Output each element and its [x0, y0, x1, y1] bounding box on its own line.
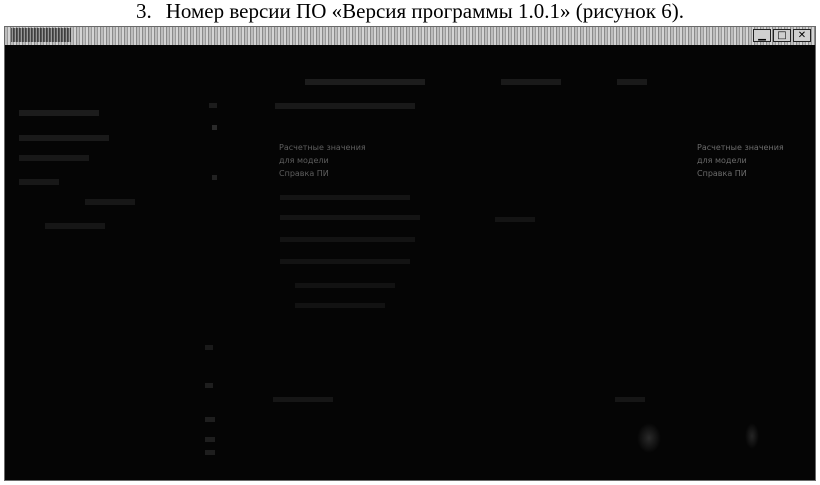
row-index	[205, 437, 215, 442]
table-row[interactable]	[615, 397, 645, 402]
caption-number: 3.	[136, 0, 152, 23]
row-index	[205, 345, 213, 350]
artifact	[745, 423, 759, 449]
table-row[interactable]	[273, 397, 333, 402]
column-line: для модели	[279, 156, 329, 165]
title-bar[interactable]: ▁ □ ✕	[5, 27, 815, 45]
table-row[interactable]	[495, 217, 535, 222]
sidebar-item[interactable]	[19, 110, 99, 116]
close-icon[interactable]: ✕	[793, 29, 811, 42]
column-header	[305, 79, 425, 85]
figure-caption: 3. Номер версии ПО «Версия программы 1.0.…	[0, 0, 820, 22]
column-line: Справка ПИ	[697, 169, 747, 178]
table-row[interactable]	[280, 259, 410, 264]
column-header	[617, 79, 647, 85]
window-controls: ▁ □ ✕	[753, 29, 811, 43]
table-row[interactable]	[280, 215, 420, 220]
sidebar-item[interactable]	[85, 199, 135, 205]
table-row[interactable]	[280, 237, 415, 242]
artifact	[637, 423, 661, 453]
table-row[interactable]	[295, 283, 395, 288]
column-line: Расчетные значения	[279, 143, 366, 152]
caption-text: Номер версии ПО «Версия программы 1.0.1»…	[165, 0, 684, 23]
row-index	[205, 383, 213, 388]
application-window: ▁ □ ✕ Расчетные значения для модели Спра…	[4, 26, 816, 481]
maximize-icon[interactable]: □	[773, 29, 791, 42]
row-header	[275, 103, 415, 109]
column-header	[501, 79, 561, 85]
sidebar-item[interactable]	[45, 223, 105, 229]
table-row[interactable]	[280, 195, 410, 200]
column-line: Справка ПИ	[279, 169, 329, 178]
row-index	[205, 417, 215, 422]
main-content: Расчетные значения для модели Справка ПИ…	[5, 45, 815, 480]
sidebar-item[interactable]	[19, 155, 89, 161]
values-column-left: Расчетные значения для модели Справка ПИ	[279, 141, 366, 180]
values-column-right: Расчетные значения для модели Справка ПИ	[697, 141, 784, 180]
table-row[interactable]	[295, 303, 385, 308]
row-index	[209, 103, 217, 108]
row-index	[205, 450, 215, 455]
column-line: для модели	[697, 156, 747, 165]
sidebar-item[interactable]	[19, 135, 109, 141]
column-line: Расчетные значения	[697, 143, 784, 152]
minimize-icon[interactable]: ▁	[753, 29, 771, 42]
row-index	[212, 175, 217, 180]
sidebar-item[interactable]	[19, 179, 59, 185]
row-index	[212, 125, 217, 130]
app-icon	[11, 28, 71, 42]
